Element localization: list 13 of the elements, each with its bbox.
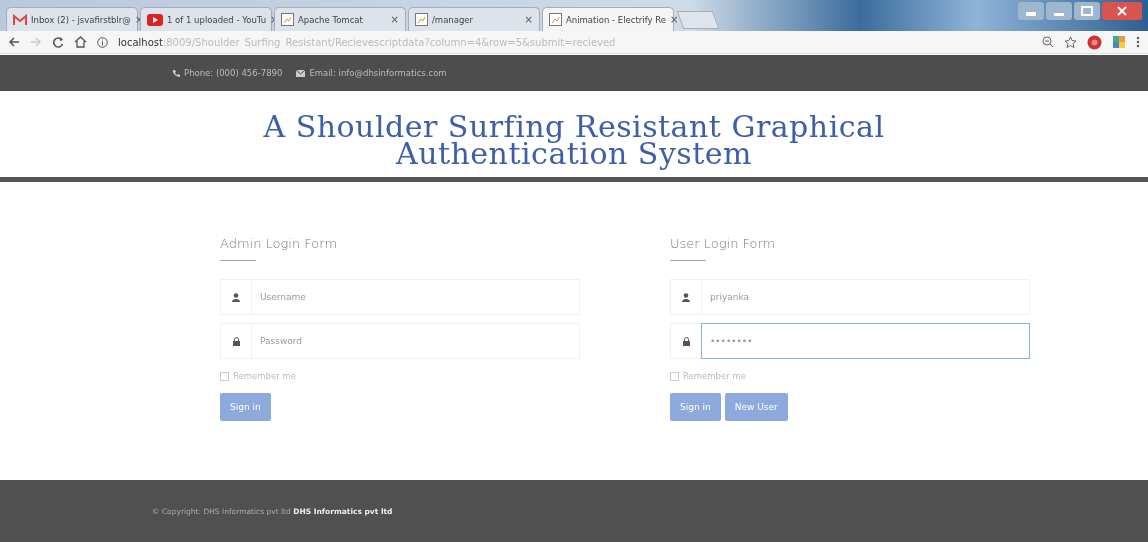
close-icon[interactable]: × xyxy=(390,14,399,25)
browser-tab[interactable]: /manager × xyxy=(408,7,540,31)
username-field[interactable]: Username xyxy=(251,279,580,315)
browser-tab[interactable]: Apache Tomcat × xyxy=(274,7,406,31)
email-address: Email: info@dhsinformatics.com xyxy=(309,68,447,78)
phone-number: Phone: (000) 456-7890 xyxy=(184,68,283,78)
password-field[interactable]: Password xyxy=(251,323,580,359)
form-title: User Login Form xyxy=(670,236,777,251)
checkbox-label: Remember me xyxy=(683,371,746,381)
form-title: Admin Login Form xyxy=(220,236,339,251)
close-icon[interactable]: × xyxy=(524,14,533,25)
username-field[interactable]: priyanka xyxy=(701,279,1030,315)
checkbox-label: Remember me xyxy=(233,371,296,381)
